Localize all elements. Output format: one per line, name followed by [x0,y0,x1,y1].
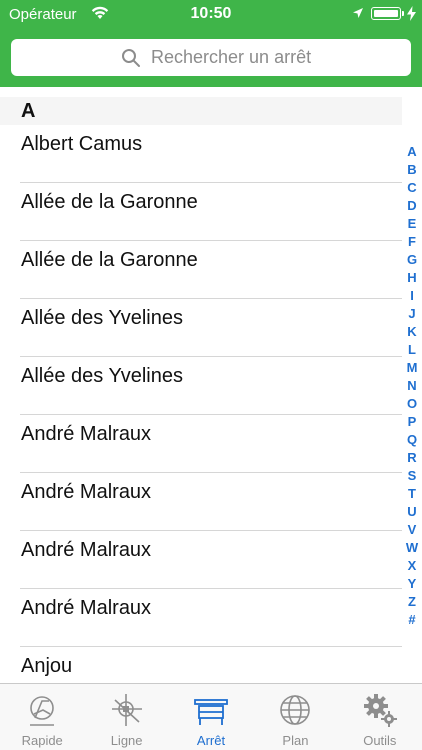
index-letter[interactable]: S [408,467,417,485]
index-letter[interactable]: G [407,251,417,269]
index-letter[interactable]: C [407,179,416,197]
tab-bar: Rapide Ligne Arrêt Plan Outils [0,683,422,750]
index-letter[interactable]: A [407,143,416,161]
tab-ligne[interactable]: Ligne [84,684,168,750]
stop-name: André Malraux [21,423,152,445]
index-letter[interactable]: D [407,197,416,215]
index-letter[interactable]: E [408,215,417,233]
index-letter[interactable]: K [407,323,416,341]
tab-label: Outils [363,733,397,748]
index-letter[interactable]: L [408,341,416,359]
tab-arret[interactable]: Arrêt [169,684,253,750]
stop-name: Anjou [21,655,73,677]
tab-outils[interactable]: Outils [338,684,422,750]
stop-name: Allée des Yvelines [21,365,183,387]
status-bar: Opérateur 10:50 [0,0,422,30]
stop-name: Allée de la Garonne [21,191,198,213]
list-item[interactable]: Anjou [0,647,402,683]
index-letter[interactable]: Z [408,593,416,611]
rapide-icon [30,696,55,726]
stop-name: André Malraux [21,481,152,503]
tab-rapide[interactable]: Rapide [0,684,84,750]
index-letter[interactable]: T [408,485,416,503]
charging-bolt-icon [407,6,416,21]
section-letter: A [21,100,36,122]
search-placeholder: Rechercher un arrêt [151,47,312,67]
index-letter[interactable]: N [407,377,416,395]
index-letter[interactable]: M [407,359,418,377]
outils-icon [363,694,397,727]
search-icon [122,49,140,67]
index-letter[interactable]: W [406,539,418,557]
index-letter[interactable]: I [410,287,414,305]
index-letter[interactable]: V [408,521,417,539]
list-item[interactable]: Allée de la Garonne [0,241,402,299]
index-letter[interactable]: Q [407,431,417,449]
tab-label: Plan [282,733,309,748]
stop-name: Allée de la Garonne [21,249,198,271]
location-arrow-icon [353,8,363,18]
list-item[interactable]: Allée des Yvelines [0,357,402,415]
stop-name: Allée des Yvelines [21,307,183,329]
index-letter[interactable]: R [407,449,416,467]
tab-label: Rapide [21,733,63,748]
plan-icon [280,695,311,725]
list-item[interactable]: Allée des Yvelines [0,299,402,357]
index-letter[interactable]: Y [408,575,417,593]
header: Opérateur 10:50 Rechercher un arrêt [0,0,422,87]
index-letter[interactable]: X [408,557,417,575]
stop-list[interactable]: Albert Camus Allée de la Garonne Allée d… [0,125,402,683]
battery-tip [402,11,404,16]
list-item[interactable]: André Malraux [0,415,402,473]
index-letter[interactable]: P [408,413,417,431]
index-letter[interactable]: # [408,611,415,629]
stop-name: André Malraux [21,539,152,561]
list-item[interactable]: André Malraux [0,589,402,647]
index-letter[interactable]: U [407,503,416,521]
search-input[interactable]: Rechercher un arrêt [11,39,411,76]
index-letter[interactable]: O [407,395,417,413]
stop-name: André Malraux [21,597,152,619]
tab-plan[interactable]: Plan [253,684,337,750]
list-item[interactable]: Albert Camus [0,125,402,183]
index-letter[interactable]: J [408,305,415,323]
tab-label: Ligne [110,733,143,748]
section-header: A [0,97,402,125]
stop-name: Albert Camus [21,133,143,155]
tab-label: Arrêt [196,733,226,748]
battery-icon [371,7,401,20]
arret-icon [194,699,228,725]
index-letter[interactable]: H [407,269,416,287]
list-item[interactable]: André Malraux [0,473,402,531]
ligne-icon [111,694,142,726]
section-index-bar[interactable]: A B C D E F G H I J K L M N O P Q R S T U V W X Y Z # [402,143,422,629]
list-item[interactable]: André Malraux [0,531,402,589]
list-item[interactable]: Allée de la Garonne [0,183,402,241]
index-letter[interactable]: F [408,233,416,251]
index-letter[interactable]: B [407,161,416,179]
